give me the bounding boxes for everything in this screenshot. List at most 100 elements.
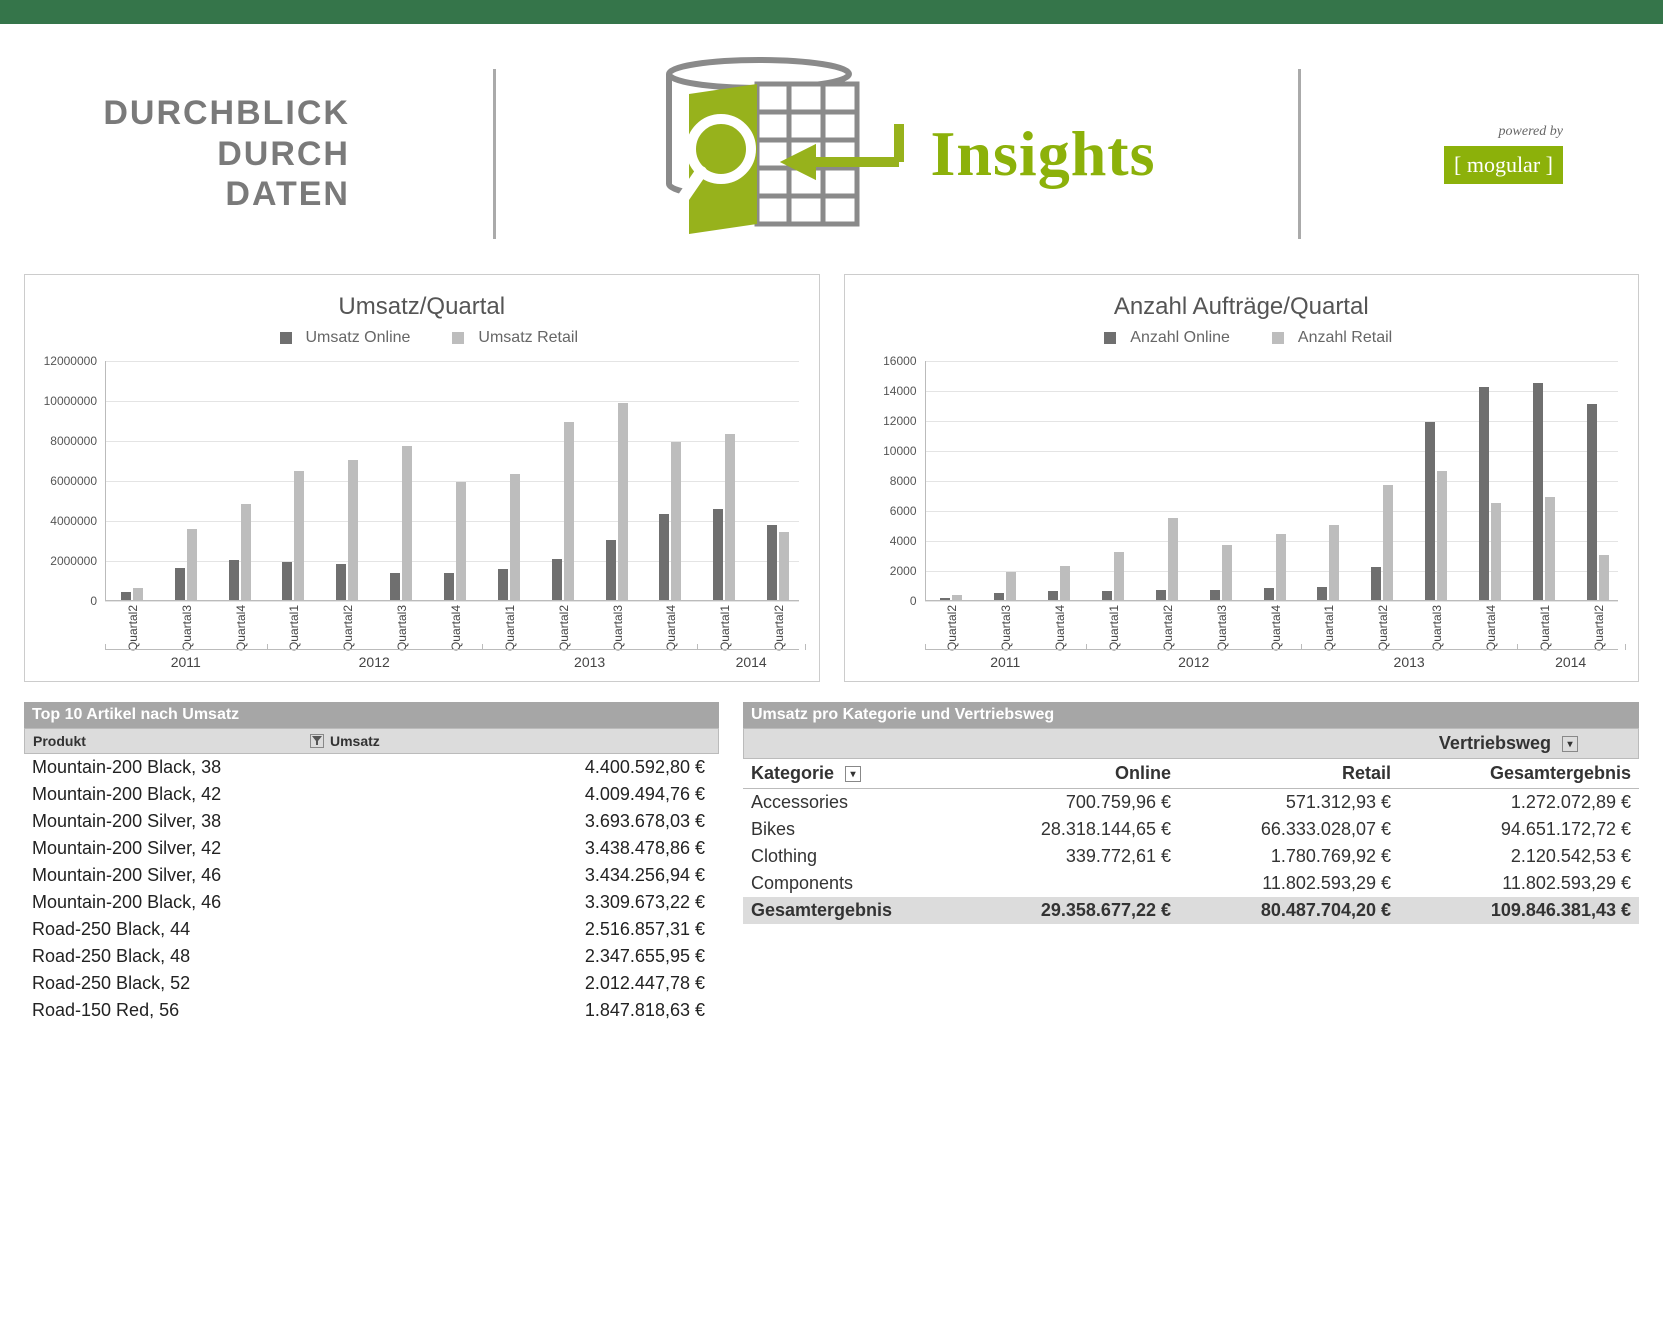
cell-umsatz: 3.438.478,86 €: [331, 838, 711, 859]
x-tick-label: Quartal3: [1430, 605, 1444, 651]
bar-retail: [1276, 534, 1286, 600]
cell-produkt: Mountain-200 Silver, 46: [32, 865, 331, 886]
cell-umsatz: 2.347.655,95 €: [331, 946, 711, 967]
bar-retail: [1168, 518, 1178, 601]
x-tick-label: Quartal4: [1269, 605, 1283, 651]
year-label: 2011: [925, 654, 1087, 670]
legend-swatch-dark: [280, 332, 292, 344]
bar-retail: [1060, 566, 1070, 601]
cell-total: 2.120.542,53 €: [1391, 846, 1631, 867]
top10-col-umsatz[interactable]: Umsatz: [330, 733, 710, 749]
bar-retail: [1599, 555, 1609, 600]
top10-header-row: Produkt Umsatz: [24, 728, 719, 754]
bar-online: [659, 514, 669, 600]
bar-retail: [456, 482, 466, 600]
y-tick: 12000: [883, 414, 916, 428]
bar-retail: [1491, 503, 1501, 601]
insights-cube-icon: [639, 54, 919, 254]
bar-group: [552, 422, 574, 600]
bar-online: [1317, 587, 1327, 601]
year-label: 2013: [1301, 654, 1516, 670]
year-axis: 2011201220132014: [105, 649, 799, 677]
table-row: Mountain-200 Black, 384.400.592,80 €: [24, 754, 719, 781]
pivot-col-header-label: Vertriebsweg: [1439, 733, 1551, 753]
cell-online: 700.759,96 €: [951, 792, 1171, 813]
bar-retail: [133, 588, 143, 600]
pivot-col-online[interactable]: Online: [951, 763, 1171, 784]
cell-produkt: Road-150 Red, 56: [32, 1000, 331, 1021]
dropdown-icon[interactable]: ▾: [845, 766, 861, 782]
x-tick-label: Quartal2: [945, 605, 959, 651]
mogular-badge: [ mogular ]: [1444, 146, 1563, 184]
bar-retail: [1437, 471, 1447, 600]
legend-swatch-light: [452, 332, 464, 344]
divider-right: [1298, 69, 1301, 239]
bar-online: [498, 569, 508, 600]
top10-col-produkt[interactable]: Produkt: [33, 733, 330, 749]
x-tick-label: Quartal2: [341, 605, 355, 651]
bar-group: [1156, 518, 1178, 601]
bar-retail: [1006, 572, 1016, 601]
header: DURCHBLICK DURCH DATEN: [0, 24, 1663, 274]
bar-online: [229, 560, 239, 600]
bar-online: [994, 593, 1004, 601]
cell-kategorie: Accessories: [751, 792, 951, 813]
top10-table: Top 10 Artikel nach Umsatz Produkt Umsat…: [24, 702, 719, 1024]
cell-total: 11.802.593,29 €: [1391, 873, 1631, 894]
chart-plot: 0200040006000800010000120001400016000Qua…: [925, 361, 1619, 645]
bar-online: [1264, 588, 1274, 600]
x-tick-label: Quartal1: [503, 605, 517, 651]
chart-title: Anzahl Aufträge/Quartal: [857, 293, 1627, 321]
y-tick: 0: [90, 594, 97, 608]
x-tick-label: Quartal1: [718, 605, 732, 651]
x-tick-label: Quartal2: [557, 605, 571, 651]
legend-swatch-dark: [1104, 332, 1116, 344]
top10-col-produkt-label: Produkt: [33, 733, 86, 749]
y-tick: 4000: [890, 534, 917, 548]
cell-umsatz: 2.516.857,31 €: [331, 919, 711, 940]
bar-retail: [952, 595, 962, 600]
year-label: 2012: [1086, 654, 1301, 670]
powered-by-label: powered by: [1499, 124, 1563, 140]
pivot-col-retail[interactable]: Retail: [1171, 763, 1391, 784]
bar-group: [336, 460, 358, 600]
y-tick: 8000: [890, 474, 917, 488]
y-tick: 12000000: [44, 354, 97, 368]
chart-plot: 0200000040000006000000800000010000000120…: [105, 361, 799, 645]
bar-online: [713, 509, 723, 600]
x-tick-label: Quartal2: [1592, 605, 1606, 651]
tagline-line-1: DURCHBLICK: [30, 93, 350, 134]
chart-title: Umsatz/Quartal: [37, 293, 807, 321]
bar-group: [175, 529, 197, 600]
bar-retail: [241, 504, 251, 600]
cell-produkt: Mountain-200 Silver, 42: [32, 838, 331, 859]
bar-retail: [1114, 552, 1124, 600]
x-tick-label: Quartal3: [395, 605, 409, 651]
cell-total: 1.272.072,89 €: [1391, 792, 1631, 813]
bar-online: [1587, 404, 1597, 601]
bar-online: [1479, 387, 1489, 600]
chart-panel: Anzahl Aufträge/QuartalAnzahl OnlineAnza…: [844, 274, 1640, 682]
bar-group: [1210, 545, 1232, 601]
bar-online: [282, 562, 292, 600]
table-row: Road-250 Black, 522.012.447,78 €: [24, 970, 719, 997]
bar-online: [1048, 591, 1058, 600]
bar-group: [1533, 383, 1555, 601]
table-row: Clothing339.772,61 €1.780.769,92 €2.120.…: [743, 843, 1639, 870]
pivot-total-retail: 80.487.704,20 €: [1171, 900, 1391, 921]
dropdown-icon[interactable]: ▾: [1562, 736, 1578, 752]
cell-total: 94.651.172,72 €: [1391, 819, 1631, 840]
x-tick-label: Quartal3: [999, 605, 1013, 651]
tagline-line-2: DURCH: [30, 134, 350, 175]
cell-produkt: Road-250 Black, 48: [32, 946, 331, 967]
bar-group: [1102, 552, 1124, 600]
y-tick: 8000000: [50, 434, 97, 448]
cell-online: [951, 873, 1171, 894]
cell-umsatz: 4.400.592,80 €: [331, 757, 711, 778]
top10-title: Top 10 Artikel nach Umsatz: [24, 702, 719, 728]
cell-kategorie: Clothing: [751, 846, 951, 867]
filter-icon[interactable]: [310, 734, 324, 748]
bar-retail: [725, 434, 735, 600]
pivot-col-total[interactable]: Gesamtergebnis: [1391, 763, 1631, 784]
x-tick-label: Quartal4: [1484, 605, 1498, 651]
